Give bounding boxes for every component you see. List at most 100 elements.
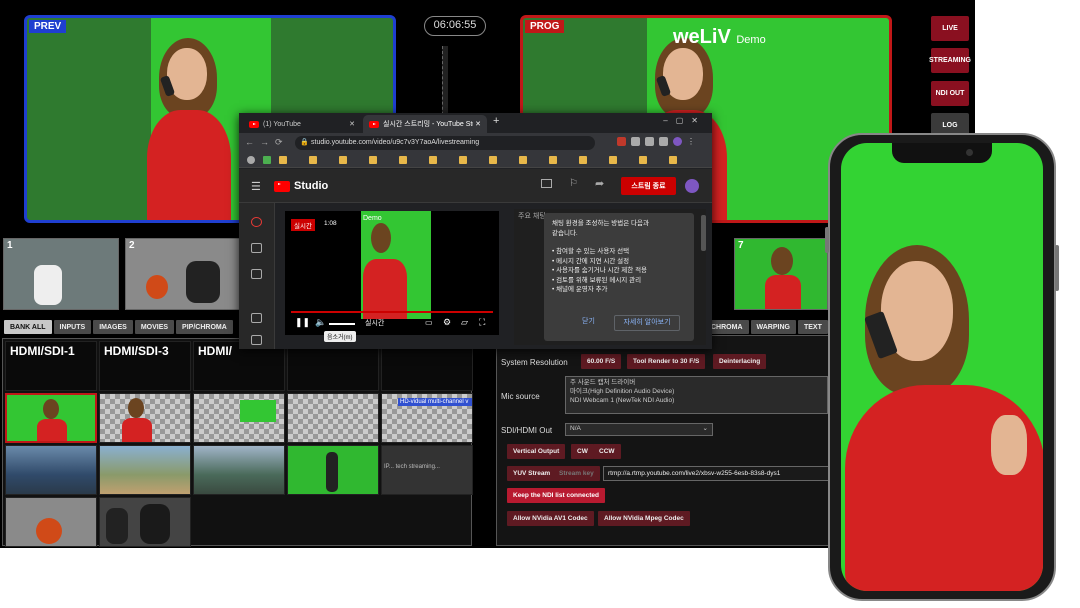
hamburger-menu-icon[interactable]: ☰ xyxy=(251,180,261,193)
ndi-out-button[interactable]: NDI OUT xyxy=(931,81,969,106)
puzzle-icon[interactable] xyxy=(631,137,640,146)
stream-key-button[interactable]: Stream key xyxy=(553,466,600,481)
youtube-studio-header: ☰ Studio ⚐ ➦ 스트림 종료 xyxy=(239,169,712,203)
window-controls-icon[interactable]: –▢✕ xyxy=(663,116,706,125)
bookmark-icon[interactable] xyxy=(669,156,677,164)
grid-cell-seaside[interactable] xyxy=(5,445,97,495)
vertical-output-button[interactable]: Vertical Output xyxy=(507,444,566,459)
grid-cell-woman-green[interactable] xyxy=(5,393,97,443)
new-tab-icon[interactable]: + xyxy=(493,115,499,127)
tab-warping[interactable]: WARPING xyxy=(750,320,796,334)
stream-preview-player[interactable]: Demo 실시간 1:08 ❚❚ 🔈 실시간 ▭ ⚙ ▱ ⛶ xyxy=(285,211,499,335)
grid-cell-hdmi-3[interactable]: HDMI/SDI-3 xyxy=(99,341,191,391)
extension-icon[interactable] xyxy=(617,137,626,146)
grid-cell-alpha[interactable] xyxy=(287,393,379,443)
list-icon[interactable] xyxy=(645,137,654,146)
fullscreen-icon[interactable]: ⛶ xyxy=(479,317,485,328)
grid-cell-tooltip[interactable]: IP... tech streaming... xyxy=(381,445,473,495)
fps-button[interactable]: 60.00 F/S xyxy=(581,354,622,369)
grid-cell-person-green[interactable] xyxy=(287,445,379,495)
feedback-icon[interactable] xyxy=(251,335,262,345)
deinterlacing-button[interactable]: Deinterlacing xyxy=(713,354,767,369)
grid-cell-hdmi-1[interactable]: HDMI/SDI-1 xyxy=(5,341,97,391)
bookmark-icon[interactable] xyxy=(519,156,527,164)
grid-cell-ticker[interactable]: HD-vidual multi-channel v xyxy=(381,393,473,443)
bookmark-icon[interactable] xyxy=(279,156,287,164)
mic-option[interactable]: NDI Webcam 1 (NewTek NDI Audio) xyxy=(570,396,823,405)
settings-gear-icon[interactable]: ⚙ xyxy=(443,317,451,328)
close-icon[interactable]: ✕ xyxy=(349,120,355,128)
bookmark-icon[interactable] xyxy=(579,156,587,164)
browser-tab-youtube[interactable]: (1) YouTube ✕ xyxy=(243,115,361,133)
more-icon[interactable]: ⋮ xyxy=(687,137,695,146)
bookmark-icon[interactable] xyxy=(489,156,497,164)
cast-icon[interactable]: ▱ xyxy=(461,317,468,328)
account-avatar-icon[interactable] xyxy=(685,179,699,193)
input-thumbnail-1[interactable]: 1 xyxy=(3,238,119,310)
bookmark-icon[interactable] xyxy=(639,156,647,164)
end-stream-button[interactable]: 스트림 종료 xyxy=(621,177,676,195)
calendar-icon[interactable] xyxy=(251,269,262,279)
youtube-studio-logo[interactable]: Studio xyxy=(274,180,328,192)
ccw-button[interactable]: CCW xyxy=(593,444,621,459)
nvidia-av1-button[interactable]: Allow NVidia AV1 Codec xyxy=(507,511,594,526)
screen-icon[interactable] xyxy=(541,179,552,188)
grid-cell-woman-alpha[interactable] xyxy=(99,393,191,443)
grid-cell-pip[interactable] xyxy=(193,393,285,443)
bookmark-icon[interactable] xyxy=(399,156,407,164)
tab-pip-chroma[interactable]: PIP/CHROMA xyxy=(176,320,233,334)
sdi-out-select[interactable]: N/A ⌄ xyxy=(565,423,713,436)
progress-bar[interactable] xyxy=(291,311,493,313)
cw-button[interactable]: CW xyxy=(571,444,594,459)
grid-cell-coast[interactable] xyxy=(193,445,285,495)
window-icon[interactable] xyxy=(659,137,668,146)
nav-arrows-icon[interactable]: ←→⟳ xyxy=(245,137,289,148)
live-button[interactable]: LIVE xyxy=(931,16,969,41)
input-thumbnail-2[interactable]: 2 xyxy=(125,238,241,310)
bookmark-icon[interactable]: ⚐ xyxy=(569,178,578,189)
tab-inputs[interactable]: INPUTS xyxy=(53,320,92,334)
bookmark-icon[interactable] xyxy=(549,156,557,164)
streaming-button[interactable]: STREAMING xyxy=(929,48,971,73)
pause-icon[interactable]: ❚❚ xyxy=(295,317,310,328)
live-icon[interactable] xyxy=(251,217,262,227)
profile-avatar-icon[interactable] xyxy=(673,137,682,146)
bookmark-icon[interactable] xyxy=(247,156,255,164)
yuv-stream-button[interactable]: YUV Stream xyxy=(507,466,557,481)
grid-cell-desk[interactable] xyxy=(5,497,97,547)
scrollbar[interactable] xyxy=(701,215,706,251)
share-icon[interactable]: ➦ xyxy=(595,177,604,190)
tip-close-button[interactable]: 닫기 xyxy=(582,317,595,327)
bookmark-icon[interactable] xyxy=(339,156,347,164)
mic-option[interactable]: 마이크(High Definition Audio Device) xyxy=(570,387,823,396)
bookmark-icon[interactable] xyxy=(429,156,437,164)
mic-option[interactable]: 주 사운드 캡처 드라이버 xyxy=(570,378,823,387)
bookmark-icon[interactable] xyxy=(309,156,317,164)
nvidia-mpeg-button[interactable]: Allow NVidia Mpeg Codec xyxy=(598,511,690,526)
keep-ndi-list-button[interactable]: Keep the NDI list connected xyxy=(507,488,605,503)
rtmp-url-field[interactable]: rtmp://a.rtmp.youtube.com/live2/xbsv-w25… xyxy=(603,466,829,481)
volume-slider[interactable] xyxy=(329,323,355,325)
close-icon[interactable]: ✕ xyxy=(475,120,481,128)
tab-images[interactable]: IMAGES xyxy=(93,320,133,334)
browser-tab-studio[interactable]: 실시간 스트리밍 - YouTube Studio ✕ xyxy=(363,115,487,133)
tip-learn-more-button[interactable]: 자세히 알아보기 xyxy=(614,315,680,331)
bookmark-icon[interactable] xyxy=(369,156,377,164)
export-icon[interactable] xyxy=(251,313,262,323)
tab-bank-all[interactable]: BANK ALL xyxy=(4,320,52,334)
bookmark-icon[interactable] xyxy=(459,156,467,164)
tab-movies[interactable]: MOVIES xyxy=(134,320,175,334)
tool-render-button[interactable]: Tool Render to 30 F/S xyxy=(627,354,706,369)
mic-source-list[interactable]: 주 사운드 캡처 드라이버 마이크(High Definition Audio … xyxy=(565,376,828,414)
subtitles-icon[interactable]: ▭ xyxy=(425,318,433,327)
bookmark-icon[interactable] xyxy=(609,156,617,164)
bookmark-icon[interactable] xyxy=(263,156,271,164)
grid-cell-cameras[interactable] xyxy=(99,497,191,547)
tab-text[interactable]: TEXT xyxy=(797,320,828,334)
input-thumbnail-7[interactable]: 7 xyxy=(734,238,828,310)
camera-icon[interactable] xyxy=(251,243,262,253)
grid-cell-city[interactable] xyxy=(99,445,191,495)
media-grid: HDMI/SDI-1 HDMI/SDI-3 HDMI/ HD-vidual mu… xyxy=(2,338,473,547)
url-field[interactable]: 🔒 studio.youtube.com/video/u9c7v3Y7aoA/l… xyxy=(295,136,595,150)
volume-icon[interactable]: 🔈 xyxy=(315,317,326,328)
